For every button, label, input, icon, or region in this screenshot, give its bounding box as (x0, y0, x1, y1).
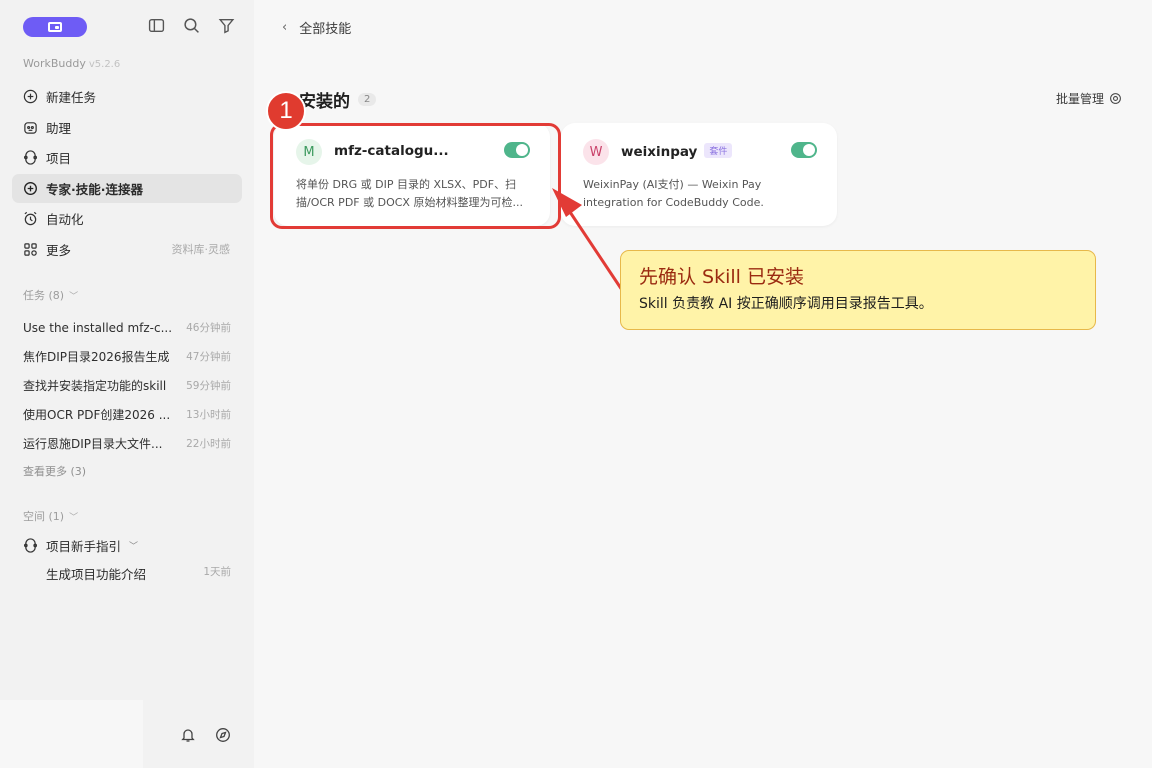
main-nav: 新建任务 助理 项目 专家·技能·连接器 自动化 更多 资料库·灵感 (12, 82, 242, 266)
highlight-box (270, 123, 561, 229)
task-item[interactable]: 焦作DIP目录2026报告生成 47分钟前 (23, 342, 231, 371)
chevron-down-icon: ﹀ (69, 291, 79, 302)
projects-icon (23, 150, 38, 165)
space-name: 项目新手指引 (46, 538, 122, 554)
suite-tag: 套件 (704, 143, 733, 158)
nav-assistant[interactable]: 助理 (12, 113, 242, 142)
back-to-all-skills[interactable]: ‹ 全部技能 (282, 18, 351, 37)
space-icon (23, 537, 38, 553)
task-time: 22小时前 (186, 438, 231, 450)
task-title: 焦作DIP目录2026报告生成 (23, 350, 170, 364)
see-more-link[interactable]: 查看更多 (3) (23, 463, 86, 479)
workspace-switch-button[interactable] (23, 17, 87, 37)
task-item[interactable]: Use the installed mfz-c... 46分钟前 (23, 313, 231, 342)
task-item[interactable]: 查找并安装指定功能的skill 59分钟前 (23, 371, 231, 400)
nav-automation[interactable]: 自动化 (12, 204, 242, 233)
space-sub-item[interactable]: 生成项目功能介绍 1天前 (46, 564, 231, 583)
nav-label: 专家·技能·连接器 (46, 181, 143, 197)
batch-manage-button[interactable]: 批量管理 (1056, 90, 1122, 107)
task-time: 13小时前 (186, 409, 231, 421)
tasks-header-label: 任务 (8) (23, 289, 65, 302)
back-label: 全部技能 (299, 22, 352, 37)
search-icon[interactable] (183, 17, 200, 34)
batch-manage-label: 批量管理 (1055, 92, 1104, 106)
nav-more-hint: 资料库·灵感 (171, 243, 231, 257)
skill-name-text: weixinpay (621, 144, 698, 160)
assistant-icon (23, 120, 38, 135)
compass-icon[interactable] (215, 727, 231, 743)
sidebar: WorkBuddy v5.2.6 新建任务 助理 项目 专家·技能·连接器 自动化 (0, 0, 254, 768)
plus-circle-icon (23, 89, 38, 104)
skill-name: weixinpay 套件 (621, 143, 733, 160)
app-logo-icon (48, 22, 62, 32)
skills-page: ‹ 全部技能 安装的 2 批量管理 M mfz-catalogu... 将单份 … (254, 0, 1152, 768)
nav-label: 新建任务 (46, 90, 97, 105)
spaces-section-header[interactable]: 空间 (1) ﹀ (23, 508, 78, 524)
task-list: Use the installed mfz-c... 46分钟前 焦作DIP目录2… (23, 313, 231, 458)
task-time: 46分钟前 (186, 322, 231, 334)
toggle-sidebar-icon[interactable] (148, 17, 165, 34)
skill-card-weixinpay[interactable]: W weixinpay 套件 WeixinPay (AI支付) — Weixin … (561, 123, 837, 226)
space-item[interactable]: 项目新手指引 ﹀ (23, 535, 231, 555)
bell-icon[interactable] (180, 727, 196, 743)
filter-icon[interactable] (218, 17, 235, 34)
callout-title: 先确认 Skill 已安装 (639, 266, 804, 288)
space-sub-time: 1天前 (203, 566, 231, 578)
chevron-down-icon: ﹀ (69, 512, 79, 523)
settings-icon (1110, 93, 1121, 104)
task-title: 查找并安装指定功能的skill (23, 379, 167, 393)
nav-new-task[interactable]: 新建任务 (12, 82, 242, 111)
grid-more-icon (23, 242, 38, 257)
sidebar-footer-icons (180, 727, 231, 743)
installed-section-title: 安装的 2 (299, 87, 377, 112)
task-item[interactable]: 使用OCR PDF创建2026 ... 13小时前 (23, 400, 231, 429)
task-title: Use the installed mfz-c... (23, 320, 173, 335)
space-sub-title: 生成项目功能介绍 (46, 567, 147, 582)
chevron-left-icon: ‹ (282, 20, 288, 35)
nav-label: 自动化 (46, 212, 84, 228)
task-time: 47分钟前 (186, 351, 231, 363)
callout-body: Skill 负责教 AI 按正确顺序调用目录报告工具。 (639, 296, 933, 312)
skills-icon (23, 181, 38, 196)
app-name: WorkBuddy (23, 57, 86, 70)
installed-title-text: 安装的 (299, 92, 350, 112)
sidebar-footer-pane (0, 700, 143, 768)
tasks-section-header[interactable]: 任务 (8) ﹀ (23, 287, 78, 303)
callout-note: 先确认 Skill 已安装 Skill 负责教 AI 按正确顺序调用目录报告工具… (620, 250, 1096, 330)
nav-label: 项目 (46, 151, 72, 167)
task-title: 使用OCR PDF创建2026 ... (23, 408, 171, 422)
nav-skills[interactable]: 专家·技能·连接器 (12, 173, 242, 203)
task-item[interactable]: 运行恩施DIP目录大文件... 22小时前 (23, 429, 231, 458)
installed-count-badge: 2 (358, 93, 377, 106)
skill-avatar: W (583, 139, 609, 165)
skill-description: WeixinPay (AI支付) — Weixin Pay integratio… (583, 178, 764, 209)
task-time: 59分钟前 (186, 380, 231, 392)
spaces-header-label: 空间 (1) (23, 510, 65, 523)
nav-more[interactable]: 更多 资料库·灵感 (12, 235, 242, 264)
version-label: v5.2.6 (88, 59, 121, 70)
step-number-badge: 1 (266, 91, 306, 131)
task-title: 运行恩施DIP目录大文件... (23, 437, 163, 451)
chevron-down-icon: ﹀ (129, 541, 139, 552)
nav-label: 助理 (46, 120, 72, 136)
app-window: WorkBuddy v5.2.6 新建任务 助理 项目 专家·技能·连接器 自动化 (0, 0, 1152, 768)
nav-projects[interactable]: 项目 (12, 143, 242, 172)
sidebar-toolbar (148, 17, 235, 34)
alarm-clock-icon (23, 211, 38, 226)
app-version: WorkBuddy v5.2.6 (23, 57, 120, 70)
nav-label: 更多 (46, 242, 72, 258)
skill-enable-toggle[interactable] (791, 142, 817, 158)
